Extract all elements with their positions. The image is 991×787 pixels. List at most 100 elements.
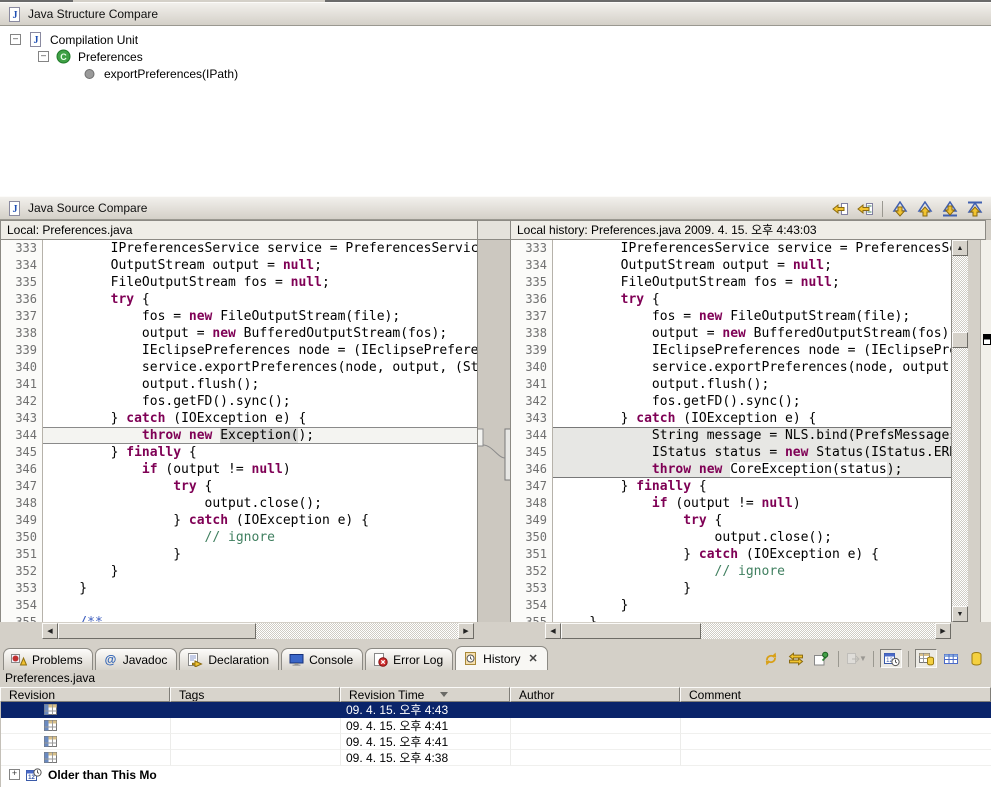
tree-item[interactable]: exportPreferences(IPath): [0, 65, 991, 82]
horizontal-scroll-thumb[interactable]: [561, 623, 701, 639]
scroll-up-button[interactable]: ▲: [952, 240, 968, 256]
tree-item[interactable]: –JCompilation Unit: [0, 31, 991, 48]
code-line[interactable]: 340 service.exportPreferences(node, outp…: [1, 359, 477, 376]
tab-error-log[interactable]: Error Log: [365, 648, 453, 670]
code-line[interactable]: 354: [1, 597, 477, 614]
code-line[interactable]: 344 String message = NLS.bind(PrefsMessa…: [511, 427, 951, 444]
history-row[interactable]: 09. 4. 15. 오후 4:38: [1, 750, 991, 766]
right-horizontal-scrollbar[interactable]: ◀ ▶: [545, 623, 951, 639]
pin-view-button[interactable]: [810, 649, 832, 668]
code-line[interactable]: 352 // ignore: [511, 563, 951, 580]
horizontal-scroll-thumb[interactable]: [58, 623, 256, 639]
copy-all-right-to-left-button[interactable]: [829, 199, 851, 218]
vertical-scroll-thumb[interactable]: [952, 332, 968, 348]
right-code-pane[interactable]: 333 IPreferencesService service = Prefer…: [510, 240, 952, 622]
previous-difference-button[interactable]: [914, 199, 936, 218]
left-code-pane[interactable]: 333 IPreferencesService service = Prefer…: [0, 240, 478, 622]
code-line[interactable]: 341 output.flush();: [511, 376, 951, 393]
scroll-down-button[interactable]: ▼: [952, 606, 968, 622]
code-line[interactable]: 348 output.close();: [1, 495, 477, 512]
collapse-icon[interactable]: –: [38, 51, 49, 62]
dropdown-arrow-icon[interactable]: ▼: [859, 654, 867, 663]
tab-javadoc[interactable]: @Javadoc: [95, 648, 178, 670]
code-line[interactable]: 338 output = new BufferedOutputStream(fo…: [1, 325, 477, 342]
scroll-right-button[interactable]: ▶: [935, 623, 951, 639]
code-line[interactable]: 333 IPreferencesService service = Prefer…: [1, 240, 477, 257]
code-line[interactable]: 354 }: [511, 597, 951, 614]
history-row[interactable]: 09. 4. 15. 오후 4:43: [1, 702, 991, 718]
code-line[interactable]: 345 IStatus status = new Status(IStatus.…: [511, 444, 951, 461]
code-line[interactable]: 338 output = new BufferedOutputStream(fo…: [511, 325, 951, 342]
group-by-date-button[interactable]: 12: [880, 649, 902, 668]
refresh-button[interactable]: [760, 649, 782, 668]
code-line[interactable]: 347 try {: [1, 478, 477, 495]
history-row[interactable]: 09. 4. 15. 오후 4:41: [1, 734, 991, 750]
code-line[interactable]: 350 // ignore: [1, 529, 477, 546]
diff-overview-marker[interactable]: [983, 334, 991, 345]
code-line[interactable]: 353 }: [1, 580, 477, 597]
code-line[interactable]: 349 try {: [511, 512, 951, 529]
expand-icon[interactable]: +: [9, 769, 20, 780]
code-line[interactable]: 346 if (output != null): [1, 461, 477, 478]
code-line[interactable]: 333 IPreferencesService service = Prefer…: [511, 240, 951, 257]
copy-current-right-to-left-button[interactable]: [854, 199, 876, 218]
collapse-icon[interactable]: –: [10, 34, 21, 45]
compare-mode-button[interactable]: ▼: [845, 649, 867, 668]
close-icon[interactable]: ✕: [529, 652, 538, 665]
code-line[interactable]: 336 try {: [1, 291, 477, 308]
history-row[interactable]: 09. 4. 15. 오후 4:41: [1, 718, 991, 734]
tree-item[interactable]: –CPreferences: [0, 48, 991, 65]
overview-ruler[interactable]: [980, 240, 991, 622]
column-header-revision-time[interactable]: Revision Time: [340, 687, 510, 702]
code-line[interactable]: 344 throw new Exception();: [1, 427, 477, 444]
code-line[interactable]: 352 }: [1, 563, 477, 580]
code-line[interactable]: 335 FileOutputStream fos = null;: [1, 274, 477, 291]
code-line[interactable]: 351 }: [1, 546, 477, 563]
column-header-tags[interactable]: Tags: [170, 687, 340, 702]
code-line[interactable]: 340 service.exportPreferences(node, outp…: [511, 359, 951, 376]
column-header-comment[interactable]: Comment: [680, 687, 991, 702]
previous-change-button[interactable]: [964, 199, 986, 218]
code-line[interactable]: 337 fos = new FileOutputStream(file);: [1, 308, 477, 325]
tab-console[interactable]: Console: [281, 648, 363, 670]
code-line[interactable]: 341 output.flush();: [1, 376, 477, 393]
code-line[interactable]: 335 FileOutputStream fos = null;: [511, 274, 951, 291]
code-line[interactable]: 342 fos.getFD().sync();: [1, 393, 477, 410]
next-change-button[interactable]: [939, 199, 961, 218]
tab-history[interactable]: History✕: [455, 646, 548, 670]
code-line[interactable]: 345 } finally {: [1, 444, 477, 461]
scroll-right-button[interactable]: ▶: [458, 623, 474, 639]
code-line[interactable]: 350 output.close();: [511, 529, 951, 546]
code-line[interactable]: 348 if (output != null): [511, 495, 951, 512]
scroll-left-button[interactable]: ◀: [42, 623, 58, 639]
left-horizontal-scrollbar[interactable]: ◀ ▶: [42, 623, 474, 639]
code-line[interactable]: 334 OutputStream output = null;: [511, 257, 951, 274]
history-group-row[interactable]: +12Older than This Mo: [1, 766, 991, 783]
database-button[interactable]: [965, 649, 987, 668]
tab-problems[interactable]: Problems: [3, 648, 93, 670]
next-difference-button[interactable]: [889, 199, 911, 218]
code-line[interactable]: 337 fos = new FileOutputStream(file);: [511, 308, 951, 325]
tab-declaration[interactable]: Declaration: [179, 648, 279, 670]
code-line[interactable]: 334 OutputStream output = null;: [1, 257, 477, 274]
scroll-left-button[interactable]: ◀: [545, 623, 561, 639]
code-line[interactable]: 353 }: [511, 580, 951, 597]
column-header-revision[interactable]: Revision: [0, 687, 170, 702]
code-line[interactable]: 355 /**: [1, 614, 477, 622]
code-line[interactable]: 336 try {: [511, 291, 951, 308]
show-revision-table-button[interactable]: [915, 649, 937, 668]
table-mode-button[interactable]: [940, 649, 962, 668]
column-header-author[interactable]: Author: [510, 687, 680, 702]
code-line[interactable]: 349 } catch (IOException e) {: [1, 512, 477, 529]
code-line[interactable]: 355 }: [511, 614, 951, 622]
code-line[interactable]: 339 IEclipsePreferences node = (IEclipse…: [1, 342, 477, 359]
code-line[interactable]: 343 } catch (IOException e) {: [511, 410, 951, 427]
code-line[interactable]: 351 } catch (IOException e) {: [511, 546, 951, 563]
code-line[interactable]: 342 fos.getFD().sync();: [511, 393, 951, 410]
code-line[interactable]: 347 } finally {: [511, 478, 951, 495]
code-line[interactable]: 343 } catch (IOException e) {: [1, 410, 477, 427]
link-with-editor-button[interactable]: [785, 649, 807, 668]
vertical-scrollbar[interactable]: ▲ ▼: [952, 240, 968, 622]
code-line[interactable]: 339 IEclipsePreferences node = (IEclipse…: [511, 342, 951, 359]
code-line[interactable]: 346 throw new CoreException(status);: [511, 461, 951, 478]
